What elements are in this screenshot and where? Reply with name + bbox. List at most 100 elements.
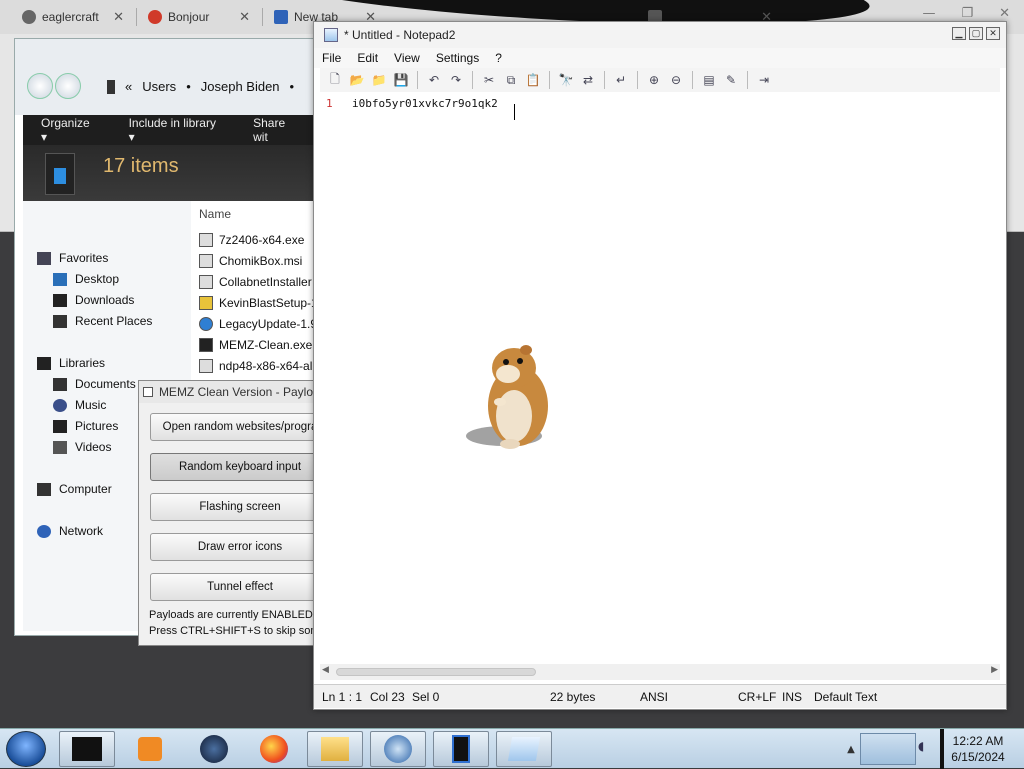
scroll-left-icon[interactable]: ◀ (322, 665, 329, 675)
nav-downloads[interactable]: Downloads (53, 293, 134, 307)
back-button[interactable] (27, 73, 53, 99)
close-icon[interactable]: ✕ (999, 6, 1010, 21)
file-row[interactable]: ndp48-x86-x64-al (199, 359, 312, 373)
notepad-app-icon (324, 28, 338, 42)
save-icon[interactable]: 💾 (392, 71, 410, 89)
new-icon[interactable]: 🗋 (326, 71, 344, 89)
browser-tab[interactable]: eaglercraft ✕ (14, 4, 132, 30)
memz-title: MEMZ Clean Version - Paylo (158, 385, 313, 399)
taskbar-item-globe[interactable] (186, 731, 242, 767)
share-with-button[interactable]: Share wit (235, 116, 315, 144)
maximize-icon[interactable]: ❐ (961, 6, 973, 21)
maximize-icon[interactable]: ▢ (969, 27, 983, 40)
browser-tab[interactable]: Bonjour ✕ (140, 4, 258, 30)
nav-network[interactable]: Network (37, 524, 103, 538)
star-icon (37, 251, 51, 265)
payload-draw-error-icons-button[interactable]: Draw error icons (150, 533, 313, 561)
tray-network-icon[interactable] (860, 733, 916, 765)
status-encoding[interactable]: ANSI (640, 690, 668, 704)
payload-open-random-websites-button[interactable]: Open random websites/progra (150, 413, 313, 441)
file-row[interactable]: MEMZ-Clean.exe (199, 338, 312, 352)
replace-icon[interactable]: ⇄ (579, 71, 597, 89)
horizontal-scrollbar[interactable]: ◀ ▶ (320, 664, 1000, 680)
redo-icon[interactable]: ↷ (447, 71, 465, 89)
nav-favorites[interactable]: Favorites (37, 251, 108, 265)
nav-music[interactable]: Music (53, 398, 106, 412)
taskbar-item-explorer[interactable] (307, 731, 363, 767)
nav-desktop[interactable]: Desktop (53, 272, 119, 286)
zoom-in-icon[interactable]: ⊕ (645, 71, 663, 89)
desktop-icon (53, 272, 67, 286)
exe-file-icon (199, 359, 213, 373)
column-header-name[interactable]: Name (199, 207, 231, 221)
window-title: * Untitled - Notepad2 (344, 28, 456, 42)
minimize-icon[interactable]: — (922, 6, 935, 21)
menu-view[interactable]: View (386, 51, 428, 65)
toolbar-separator (417, 71, 418, 89)
exit-icon[interactable]: ⇥ (755, 71, 773, 89)
forward-button[interactable] (55, 73, 81, 99)
payload-flashing-screen-button[interactable]: Flashing screen (150, 493, 313, 521)
nav-computer[interactable]: Computer (37, 482, 112, 496)
word-wrap-icon[interactable]: ↵ (612, 71, 630, 89)
text-editor[interactable]: 1 i0bfo5yr01xvkc7r9o1qk2 (320, 94, 1000, 668)
cut-icon[interactable]: ✂ (480, 71, 498, 89)
customize-icon[interactable]: ✎ (722, 71, 740, 89)
undo-icon[interactable]: ↶ (425, 71, 443, 89)
file-row[interactable]: CollabnetInstaller (199, 275, 312, 289)
show-hidden-icons-icon[interactable]: ▲ (843, 731, 859, 767)
payload-random-keyboard-input-button[interactable]: Random keyboard input (150, 453, 313, 481)
nav-videos[interactable]: Videos (53, 440, 111, 454)
status-line-ending[interactable]: CR+LF (738, 690, 776, 704)
file-row[interactable]: 7z2406-x64.exe (199, 233, 304, 247)
nav-recent-places[interactable]: Recent Places (53, 314, 152, 328)
taskbar-item-browser[interactable] (370, 731, 426, 767)
nav-pictures[interactable]: Pictures (53, 419, 118, 433)
zoom-out-icon[interactable]: ⊖ (667, 71, 685, 89)
file-row[interactable]: KevinBlastSetup-1 (199, 296, 315, 310)
status-insert-mode[interactable]: INS (782, 690, 802, 704)
scroll-right-icon[interactable]: ▶ (991, 665, 998, 675)
nav-libraries[interactable]: Libraries (37, 356, 105, 370)
breadcrumb-joseph-biden[interactable]: Joseph Biden (201, 79, 280, 94)
taskbar-item-notepad2[interactable] (496, 731, 552, 767)
system-clock[interactable]: 12:22 AM 6/15/2024 (944, 733, 1012, 765)
menu-bar: File Edit View Settings ? (314, 48, 1006, 68)
minimize-icon[interactable]: ▁ (952, 27, 966, 40)
taskbar-item-firefox[interactable] (246, 731, 302, 767)
breadcrumb-users[interactable]: Users (142, 79, 176, 94)
copy-icon[interactable]: ⧉ (502, 71, 520, 89)
window-icon (143, 387, 153, 397)
scheme-icon[interactable]: ▤ (700, 71, 718, 89)
start-button[interactable] (6, 731, 46, 767)
file-name: MEMZ-Clean.exe (219, 338, 313, 352)
line-number-gutter: 1 (320, 94, 342, 668)
file-row[interactable]: ChomikBox.msi (199, 254, 302, 268)
taskbar-item-media-player[interactable] (122, 731, 178, 767)
paste-icon[interactable]: 📋 (524, 71, 542, 89)
close-icon[interactable]: ✕ (986, 27, 1000, 40)
text-cursor-icon (514, 104, 520, 120)
file-row[interactable]: LegacyUpdate-1.9 (199, 317, 315, 331)
menu-file[interactable]: File (314, 51, 349, 65)
taskbar-item-terminal[interactable] (59, 731, 115, 767)
open-icon[interactable]: 📂 (348, 71, 366, 89)
menu-settings[interactable]: Settings (428, 51, 487, 65)
payload-tunnel-effect-button[interactable]: Tunnel effect (150, 573, 313, 601)
menu-help[interactable]: ? (487, 51, 510, 65)
breadcrumb: « Users • Joseph Biden • (107, 79, 294, 94)
tab-close-icon[interactable]: ✕ (239, 9, 250, 25)
organize-button[interactable]: Organize ▾ (23, 116, 111, 144)
editor-text[interactable]: i0bfo5yr01xvkc7r9o1qk2 (352, 97, 498, 110)
menu-edit[interactable]: Edit (349, 51, 386, 65)
volume-icon[interactable]: ◖ (918, 739, 934, 757)
include-in-library-button[interactable]: Include in library ▾ (111, 116, 236, 144)
browse-icon[interactable]: 📁 (370, 71, 388, 89)
scrollbar-thumb[interactable] (336, 668, 536, 676)
nav-documents[interactable]: Documents (53, 377, 136, 391)
tab-close-icon[interactable]: ✕ (113, 9, 124, 25)
status-scheme[interactable]: Default Text (814, 690, 877, 704)
find-icon[interactable]: 🔭 (557, 71, 575, 89)
taskbar-item-app[interactable] (433, 731, 489, 767)
breadcrumb-chevron[interactable]: « (125, 79, 132, 94)
